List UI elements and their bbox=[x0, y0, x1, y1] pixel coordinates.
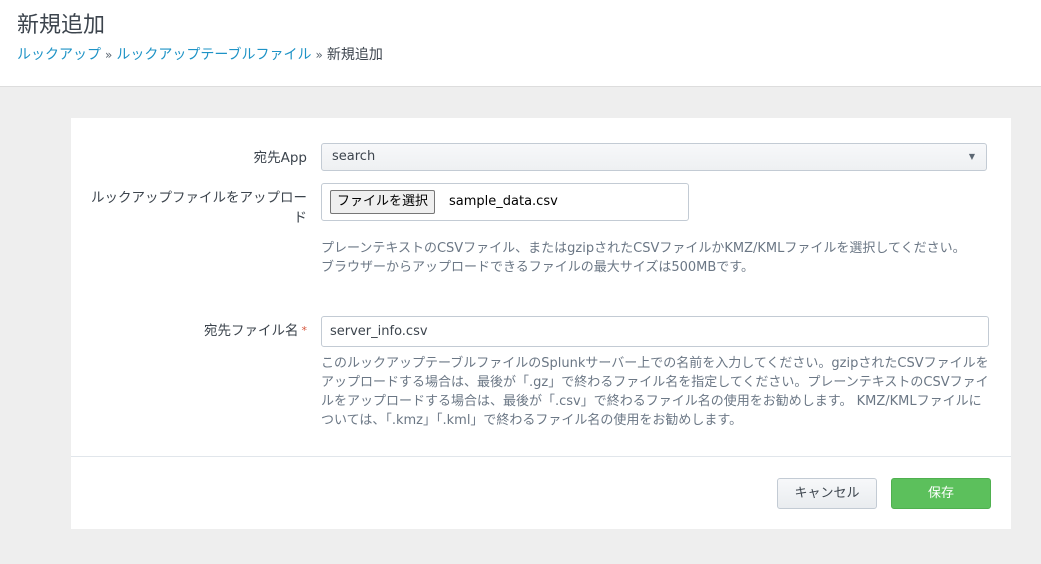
form-panel: 宛先App search ▼ ルックアップファイルをアップロード ファイルを選択… bbox=[71, 118, 1011, 529]
file-upload-field[interactable]: ファイルを選択 sample_data.csv bbox=[321, 183, 689, 221]
choose-file-button[interactable]: ファイルを選択 bbox=[330, 190, 436, 214]
breadcrumb-separator: » bbox=[105, 48, 113, 62]
dest-app-value: search bbox=[332, 149, 376, 164]
divider bbox=[71, 456, 1011, 457]
breadcrumb: ルックアップ» ルックアップテーブルファイル» 新規追加 bbox=[17, 46, 1041, 64]
page-header: 新規追加 ルックアップ» ルックアップテーブルファイル» 新規追加 bbox=[0, 0, 1041, 87]
breadcrumb-link-lookup-table-files[interactable]: ルックアップテーブルファイル bbox=[116, 47, 311, 63]
upload-help-line-2: ブラウザーからアップロードできるファイルの最大サイズは500MBです。 bbox=[321, 260, 754, 275]
upload-help-text: プレーンテキストのCSVファイル、またはgzipされたCSVファイルかKMZ/K… bbox=[321, 239, 991, 277]
upload-help-line-1: プレーンテキストのCSVファイル、またはgzipされたCSVファイルかKMZ/K… bbox=[321, 241, 966, 256]
chevron-down-icon: ▼ bbox=[968, 152, 975, 161]
dest-filename-label-text: 宛先ファイル名 bbox=[204, 323, 299, 339]
dest-filename-help-text: このルックアップテーブルファイルのSplunkサーバー上での名前を入力してくださ… bbox=[321, 356, 989, 428]
dest-app-select[interactable]: search ▼ bbox=[321, 143, 987, 171]
dest-filename-input[interactable] bbox=[321, 316, 989, 347]
upload-label: ルックアップファイルをアップロード bbox=[91, 190, 307, 226]
selected-file-name: sample_data.csv bbox=[449, 194, 558, 209]
required-mark: * bbox=[301, 324, 308, 337]
breadcrumb-current: 新規追加 bbox=[326, 47, 383, 63]
save-button[interactable]: 保存 bbox=[891, 478, 991, 509]
breadcrumb-separator: » bbox=[315, 48, 323, 62]
dest-app-label: 宛先App bbox=[253, 150, 307, 166]
dest-filename-label: 宛先ファイル名 * bbox=[204, 321, 307, 341]
cancel-button[interactable]: キャンセル bbox=[777, 478, 877, 509]
breadcrumb-link-lookups[interactable]: ルックアップ bbox=[17, 47, 101, 63]
page-title: 新規追加 bbox=[17, 13, 106, 38]
